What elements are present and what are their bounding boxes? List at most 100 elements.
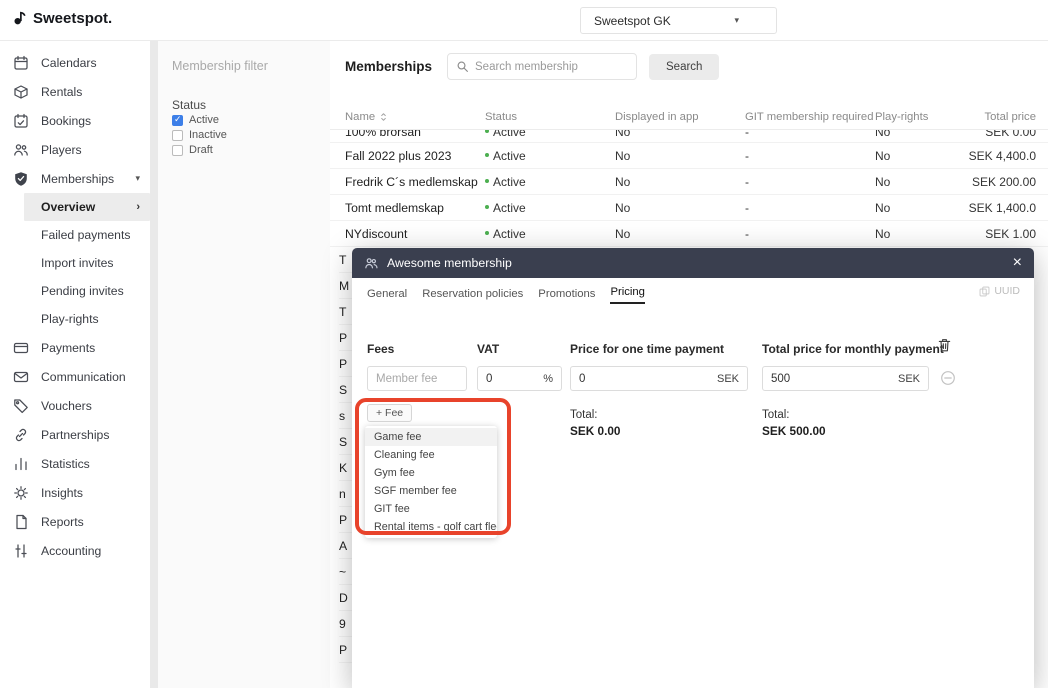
column-header-name[interactable]: Name [345, 111, 485, 123]
shield-check-icon [13, 171, 29, 187]
sidebar-subitem-label: Pending invites [41, 284, 124, 298]
one-time-price-field[interactable]: SEK [570, 366, 748, 391]
sidebar-item-partnerships[interactable]: Partnerships [0, 420, 150, 449]
table-row[interactable]: Tomt medlemskap Active No - No SEK 1,400… [330, 195, 1048, 221]
people-icon [13, 142, 29, 158]
sidebar-item-label: Insights [41, 486, 83, 500]
app-window: Sweetspot. Sweetspot GK ▾ Calendars Rent… [0, 0, 1048, 688]
clipped-row-letter: 9 [339, 611, 352, 637]
play-rights: No [875, 149, 965, 163]
tab-pricing[interactable]: Pricing [610, 281, 645, 304]
member-fee-field[interactable] [367, 366, 467, 391]
status-badge: Active [485, 175, 615, 189]
monthly-price-field[interactable]: SEK [762, 366, 929, 391]
sidebar-item-label: Bookings [41, 114, 91, 128]
clipped-row-letter: s [339, 403, 352, 429]
fee-option-cleaning-fee[interactable]: Cleaning fee [365, 446, 497, 464]
filter-status-label: Status [172, 98, 206, 112]
sidebar-subitem-label: Play-rights [41, 312, 99, 326]
clipped-row-letter: A [339, 533, 352, 559]
sidebar-item-accounting[interactable]: Accounting [0, 536, 150, 565]
insights-icon [13, 485, 29, 501]
search-button[interactable]: Search [649, 54, 719, 80]
fee-option-rental-items[interactable]: Rental items - golf cart fleet [365, 518, 497, 536]
total-amount: SEK 500.00 [762, 424, 826, 438]
sidebar-item-label: Calendars [41, 56, 97, 70]
scrollbar-gutter[interactable] [150, 41, 158, 688]
sidebar-item-vouchers[interactable]: Vouchers [0, 391, 150, 420]
sidebar-item-pending-invites[interactable]: Pending invites [0, 277, 150, 305]
uuid-button[interactable]: UUID [979, 285, 1020, 297]
club-selector[interactable]: Sweetspot GK ▾ [580, 7, 777, 34]
table-row[interactable]: Fall 2022 plus 2023 Active No - No SEK 4… [330, 143, 1048, 169]
clipped-row-letter: K [339, 455, 352, 481]
clipped-table-rows: T M T P P S s S K n P A ~ D 9 P [339, 247, 352, 663]
tab-general[interactable]: General [367, 283, 407, 304]
sidebar-item-play-rights[interactable]: Play-rights [0, 305, 150, 333]
checkbox-icon[interactable] [172, 115, 183, 126]
git-required: - [745, 175, 875, 189]
topbar: Sweetspot. Sweetspot GK ▾ [0, 0, 1048, 41]
sidebar-item-reports[interactable]: Reports [0, 507, 150, 536]
fee-option-git-fee[interactable]: GIT fee [365, 500, 497, 518]
table-row[interactable]: Fredrik C´s medlemskap Active No - No SE… [330, 169, 1048, 195]
sidebar-item-bookings[interactable]: Bookings [0, 106, 150, 135]
column-header-git: GIT membership required [745, 111, 875, 123]
add-fee-button[interactable]: + Fee [367, 404, 412, 422]
membership-search[interactable] [447, 53, 637, 80]
status-badge: Active [485, 149, 615, 163]
tab-promotions[interactable]: Promotions [538, 283, 595, 304]
total-amount: SEK 0.00 [570, 424, 621, 438]
brand-logo[interactable]: Sweetspot. [13, 10, 112, 27]
sidebar-item-statistics[interactable]: Statistics [0, 449, 150, 478]
total-price: SEK 1,400.0 [965, 201, 1036, 215]
sidebar-item-calendars[interactable]: Calendars [0, 48, 150, 77]
filter-option-inactive[interactable]: Inactive [172, 129, 227, 141]
one-time-price-input[interactable] [579, 373, 713, 385]
member-fee-input[interactable] [376, 373, 458, 385]
vat-field[interactable]: % [477, 366, 562, 391]
sidebar-item-players[interactable]: Players [0, 135, 150, 164]
membership-filter-panel: Membership filter Status Active Inactive… [150, 41, 330, 688]
sidebar-item-overview[interactable]: Overview › [24, 193, 150, 221]
column-header-total-price: Total price [965, 111, 1036, 123]
monthly-price-input[interactable] [771, 373, 894, 385]
fee-option-sgf-member-fee[interactable]: SGF member fee [365, 482, 497, 500]
column-header-label: Name [345, 111, 375, 123]
fee-option-game-fee[interactable]: Game fee [365, 428, 497, 446]
checkbox-icon[interactable] [172, 130, 183, 141]
status-badge: Active [485, 201, 615, 215]
sidebar-item-failed-payments[interactable]: Failed payments [0, 221, 150, 249]
fee-option-gym-fee[interactable]: Gym fee [365, 464, 497, 482]
table-row[interactable]: NYdiscount Active No - No SEK 1.00 [330, 221, 1048, 247]
sidebar-item-label: Accounting [41, 544, 101, 558]
close-icon[interactable]: × [1013, 255, 1022, 271]
sidebar-item-label: Rentals [41, 85, 82, 99]
search-input[interactable] [475, 61, 629, 73]
sidebar-item-communication[interactable]: Communication [0, 362, 150, 391]
membership-name: 100% brorsan [345, 130, 485, 139]
displayed-in-app: No [615, 175, 745, 189]
filter-option-active[interactable]: Active [172, 114, 227, 126]
tab-reservation-policies[interactable]: Reservation policies [422, 283, 523, 304]
sidebar-item-memberships[interactable]: Memberships ▾ [0, 164, 150, 193]
filter-option-draft[interactable]: Draft [172, 144, 227, 156]
sidebar-item-insights[interactable]: Insights [0, 478, 150, 507]
table-row[interactable]: 100% brorsan Active No - No SEK 0.00 [330, 130, 1048, 143]
play-rights: No [875, 201, 965, 215]
git-required: - [745, 149, 875, 163]
sidebar-subitem-label: Overview [41, 200, 95, 214]
sidebar-item-import-invites[interactable]: Import invites [0, 249, 150, 277]
filter-status-options: Active Inactive Draft [172, 114, 227, 156]
bar-chart-icon [13, 456, 29, 472]
document-icon [13, 514, 29, 530]
sidebar-item-payments[interactable]: Payments [0, 333, 150, 362]
sidebar-item-rentals[interactable]: Rentals [0, 77, 150, 106]
remove-row-icon[interactable] [940, 370, 956, 391]
clipped-row-letter: T [339, 299, 352, 325]
trash-icon[interactable] [937, 337, 952, 359]
modal-body: Fees VAT Price for one time payment Tota… [352, 304, 1034, 688]
vat-input[interactable] [486, 373, 539, 385]
checkbox-icon[interactable] [172, 145, 183, 156]
sidebar-item-label: Memberships [41, 172, 114, 186]
